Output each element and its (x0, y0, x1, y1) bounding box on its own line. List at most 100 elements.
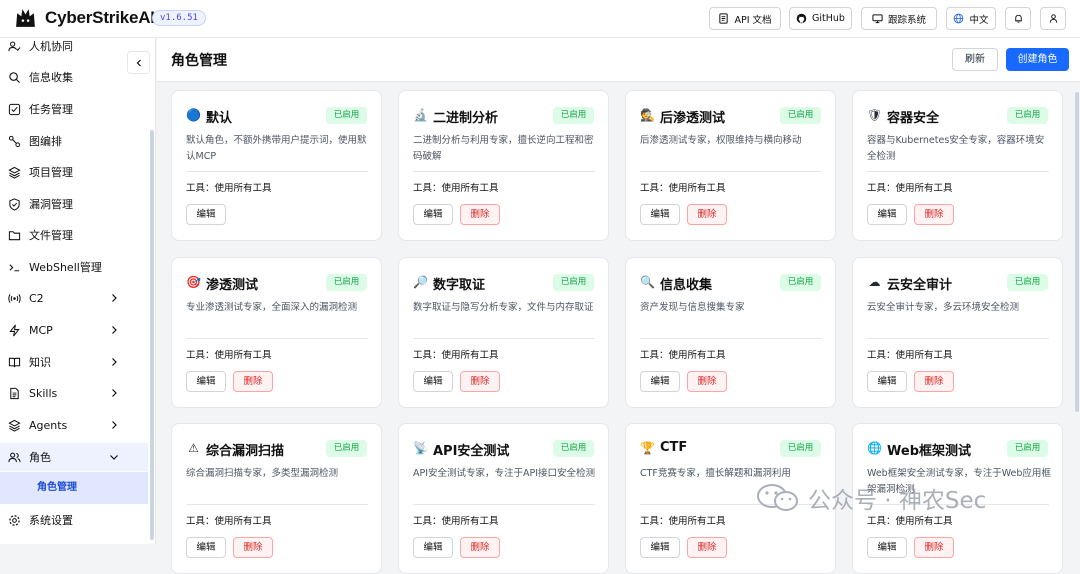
user-check-icon (8, 41, 21, 51)
file-text-icon (10, 387, 19, 399)
top-bar: CyberStrikeAI v1.6.51 API 文档 GitHub 跟踪系统… (0, 0, 1080, 38)
edit-button[interactable]: 编辑 (413, 204, 453, 225)
sidebar-item-collaboration[interactable]: 人机协同 (0, 38, 148, 60)
role-card[interactable]: ☁ 云安全审计 已启用 云安全审计专家，多云环境安全检测 工具：使用所有工具 编辑 删除 (852, 257, 1063, 408)
github-button[interactable]: GitHub (789, 7, 852, 30)
role-card[interactable]: 🔎 数字取证 已启用 数字取证与隐写分析专家，文件与内存取证 工具：使用所有工具 编辑 删除 (398, 257, 609, 408)
folder-icon (8, 230, 21, 240)
status-badge: 已启用 (553, 107, 594, 124)
sidebar-item-agents[interactable]: Agents (0, 411, 148, 439)
divider (640, 171, 822, 172)
sidebar-item-info-gathering[interactable]: 信息收集 (0, 63, 148, 91)
github-label: GitHub (812, 13, 845, 24)
role-name: CTF (660, 440, 688, 455)
watermark: 公众号 · 神农Sec (756, 478, 986, 518)
language-button[interactable]: 中文 (946, 7, 996, 30)
sidebar-item-tasks[interactable]: 任务管理 (0, 95, 148, 123)
checkbox-icon (8, 103, 21, 115)
edit-button[interactable]: 编辑 (413, 537, 453, 558)
role-name: 综合漏洞扫描 (206, 444, 285, 459)
create-role-button[interactable]: 创建角色 (1006, 48, 1069, 71)
delete-button[interactable]: 删除 (460, 371, 500, 392)
sidebar-item-label: 信息收集 (29, 71, 73, 84)
sidebar-item-files[interactable]: 文件管理 (0, 221, 148, 249)
layers-icon (8, 166, 21, 179)
chevron-right-icon (112, 358, 117, 366)
edit-button[interactable]: 编辑 (867, 204, 907, 225)
divider (413, 171, 595, 172)
sidebar-item-label: Agents (29, 418, 68, 432)
sidebar-item-label: MCP (29, 323, 53, 337)
api-docs-button[interactable]: API 文档 (709, 7, 781, 30)
divider (186, 171, 368, 172)
edit-button[interactable]: 编辑 (640, 537, 680, 558)
divider (640, 338, 822, 339)
role-card[interactable]: 🔵 默认 已启用 默认角色，不额外携带用户提示词，使用默认MCP 工具：使用所有工具 编辑 (171, 90, 382, 241)
role-card[interactable]: 📡 API安全测试 已启用 API安全测试专家，专注于API接口安全检测 工具：使用所有… (398, 423, 609, 574)
delete-button[interactable]: 删除 (460, 204, 500, 225)
role-description: 资产发现与信息搜集专家 (640, 302, 745, 313)
role-card[interactable]: ⚠ 综合漏洞扫描 已启用 综合漏洞扫描专家，多类型漏洞检测 工具：使用所有工具 编辑 删除 (171, 423, 382, 574)
delete-button[interactable]: 删除 (233, 371, 273, 392)
delete-button[interactable]: 删除 (914, 204, 954, 225)
sidebar-item-vulnerabilities[interactable]: 漏洞管理 (0, 190, 148, 218)
delete-button[interactable]: 删除 (460, 537, 500, 558)
role-card[interactable]: 🔬 二进制分析 已启用 二进制分析与利用专家，擅长逆向工程和密码破解 工具：使用所有工具… (398, 90, 609, 241)
edit-button[interactable]: 编辑 (186, 371, 226, 392)
chevron-right-icon (112, 294, 117, 302)
sidebar-item-projects[interactable]: 项目管理 (0, 158, 148, 186)
sidebar-subitem-role-management[interactable]: 角色管理 (0, 472, 148, 504)
tracking-button[interactable]: 跟踪系统 (861, 7, 937, 30)
edit-button[interactable]: 编辑 (413, 371, 453, 392)
edit-button[interactable]: 编辑 (640, 204, 680, 225)
user-button[interactable] (1040, 7, 1066, 30)
role-card[interactable]: 🕵 后渗透测试 已启用 后渗透测试专家，权限维持与横向移动 工具：使用所有工具 编辑 删除 (625, 90, 836, 241)
role-description: 专业渗透测试专家，全面深入的漏洞检测 (186, 302, 358, 313)
watermark-text: 公众号 · 神农Sec (808, 488, 987, 514)
sidebar-item-label: WebShell管理 (29, 261, 102, 274)
role-description: 后渗透测试专家，权限维持与横向移动 (640, 135, 802, 146)
sidebar-item-graph[interactable]: 图编排 (0, 127, 148, 155)
status-badge: 已启用 (1007, 440, 1048, 457)
sidebar-item-roles[interactable]: 角色 (0, 443, 148, 471)
wechat-icon (757, 484, 798, 511)
status-badge: 已启用 (326, 107, 367, 124)
main-scrollbar[interactable] (1075, 92, 1079, 412)
edit-button[interactable]: 编辑 (186, 537, 226, 558)
sidebar-collapse-button[interactable] (127, 51, 150, 74)
sidebar-item-webshell[interactable]: WebShell管理 (0, 253, 148, 281)
role-icon: 🎯 (186, 275, 201, 289)
user-icon (1049, 14, 1057, 23)
status-badge: 已启用 (326, 440, 367, 457)
delete-button[interactable]: 删除 (914, 537, 954, 558)
sidebar-item-skills[interactable]: Skills (0, 379, 148, 407)
chevron-left-icon (136, 59, 141, 66)
notification-button[interactable] (1005, 7, 1031, 30)
sidebar-item-label: 图编排 (29, 135, 62, 148)
refresh-button[interactable]: 刷新 (952, 48, 998, 71)
edit-button[interactable]: 编辑 (640, 371, 680, 392)
delete-button[interactable]: 删除 (687, 371, 727, 392)
sidebar-item-knowledge[interactable]: 知识 (0, 348, 148, 376)
role-description: 数字取证与隐写分析专家，文件与内存取证 (413, 302, 594, 313)
sidebar-item-mcp[interactable]: MCP (0, 316, 148, 344)
divider (867, 171, 1049, 172)
delete-button[interactable]: 删除 (914, 371, 954, 392)
delete-button[interactable]: 删除 (687, 537, 727, 558)
role-tools: 工具：使用所有工具 (867, 183, 953, 194)
sidebar-item-c2[interactable]: C2 (0, 284, 148, 312)
role-card[interactable]: 🛡 容器安全 已启用 容器与Kubernetes安全专家，容器环境安全检测 工具：使用所… (852, 90, 1063, 241)
edit-button[interactable]: 编辑 (867, 537, 907, 558)
sidebar-item-settings[interactable]: 系统设置 (0, 506, 148, 534)
status-badge: 已启用 (1007, 107, 1048, 124)
role-tools: 工具：使用所有工具 (640, 350, 726, 361)
delete-button[interactable]: 删除 (233, 537, 273, 558)
role-card[interactable]: 🔍 信息收集 已启用 资产发现与信息搜集专家 工具：使用所有工具 编辑 删除 (625, 257, 836, 408)
status-badge: 已启用 (553, 274, 594, 291)
delete-button[interactable]: 删除 (687, 204, 727, 225)
edit-button[interactable]: 编辑 (186, 204, 226, 225)
edit-button[interactable]: 编辑 (867, 371, 907, 392)
role-card[interactable]: 🎯 渗透测试 已启用 专业渗透测试专家，全面深入的漏洞检测 工具：使用所有工具 编辑 删除 (171, 257, 382, 408)
sidebar-scrollbar[interactable] (150, 130, 154, 540)
role-icon: 🌐 (867, 441, 882, 455)
